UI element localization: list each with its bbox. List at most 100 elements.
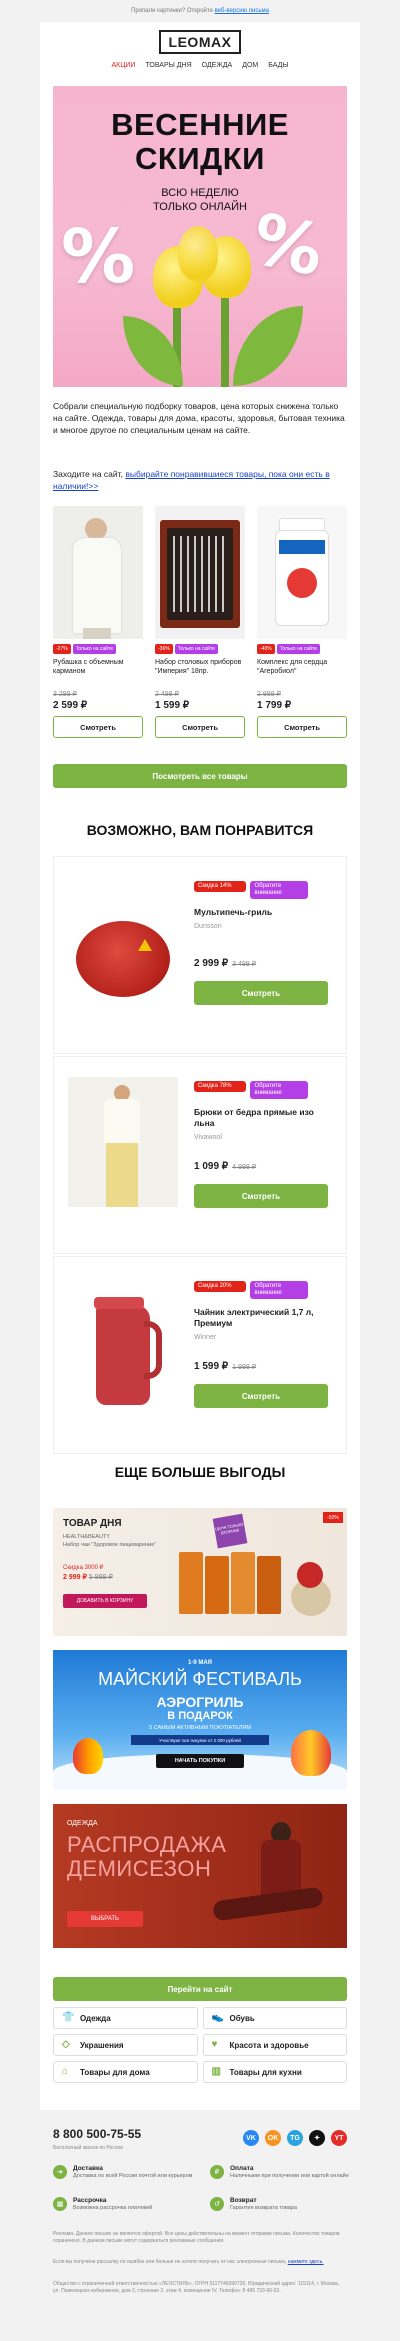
category-shoes[interactable]: 👟 Обувь xyxy=(202,2007,347,2029)
tulip-flower-icon xyxy=(178,226,218,281)
company-info: Общество с ограниченной ответственностью… xyxy=(53,2281,340,2294)
choose-button[interactable]: ВЫБРАТЬ xyxy=(67,1911,143,1927)
hero-banner[interactable]: ВЕСЕННИЕ СКИДКИ ВСЮ НЕДЕЛЮ ТОЛЬКО ОНЛАЙН… xyxy=(53,86,347,387)
info-desc: Гарантия возврата товара xyxy=(230,2205,297,2211)
product-tags: -27% Только на сайте xyxy=(53,644,143,654)
banner-subtitle: Набор чаи "Здоровое пищеварение" xyxy=(63,1542,157,1548)
info-title: Оплата xyxy=(230,2165,254,2172)
ring-icon: ◇ xyxy=(62,2039,70,2050)
unsubscribe-link[interactable]: нажмите здесь. xyxy=(288,2259,324,2265)
telegram-icon[interactable]: TG xyxy=(287,2130,303,2146)
category-jewelry[interactable]: ◇ Украшения xyxy=(53,2034,198,2056)
nav-item-clothes[interactable]: ОДЕЖДА xyxy=(202,62,233,82)
view-product-button[interactable]: Смотреть xyxy=(53,716,143,738)
banner-brand: HEALTH&BEAUTY xyxy=(63,1534,110,1540)
info-desc: Возможна рассрочка платежей xyxy=(73,2205,153,2211)
nav-item-supplements[interactable]: БАДЫ xyxy=(268,62,288,82)
product-brand: Vivawool xyxy=(194,1134,222,1141)
web-version-link[interactable]: веб-версию письма xyxy=(215,8,269,14)
go-to-site-button[interactable]: Перейти на сайт xyxy=(53,1977,347,2001)
product-old-price: 1 999 ₽ xyxy=(232,1364,257,1371)
category-label: Красота и здоровье xyxy=(229,2040,309,2050)
recommendations-title: ВОЗМОЖНО, ВАМ ПОНРАВИТСЯ xyxy=(86,822,314,838)
festival-gift-line1: АЭРОГРИЛЬ xyxy=(156,1694,244,1710)
product-image[interactable] xyxy=(257,506,347,639)
add-to-cart-button[interactable]: ДОБАВИТЬ В КОРЗИНУ xyxy=(63,1594,147,1608)
phone-number[interactable]: 8 800 500-75-55 xyxy=(53,2127,141,2141)
banner-discount-label: Скидка 3000 ₽ xyxy=(63,1565,104,1571)
house-icon: ⌂ xyxy=(62,2066,69,2077)
discount-badge: -27% xyxy=(53,644,71,654)
category-label: Одежда xyxy=(80,2013,111,2023)
product-name[interactable]: Комплекс для сердца "Агеробиол" xyxy=(257,658,347,686)
festival-date: 1-9 МАЯ xyxy=(188,1660,212,1666)
percent-sign-right-icon: % xyxy=(245,197,331,293)
product-image[interactable] xyxy=(68,1277,178,1427)
festival-gift-line3: 5 САМЫМ АКТИВНЫМ ПОКУПАТЕЛЯМ xyxy=(149,1725,251,1731)
view-product-button[interactable]: Смотреть xyxy=(194,1184,328,1208)
recommendation-card[interactable]: Скидка 78% Обратите внимание Брюки от бе… xyxy=(53,1056,347,1254)
leomax-logo[interactable]: LEOMAX xyxy=(158,30,242,54)
odnoklassniki-icon[interactable]: OK xyxy=(265,2130,281,2146)
category-beauty[interactable]: ♥ Красота и здоровье xyxy=(202,2034,347,2056)
price-row: 1 099 ₽4 999 ₽ xyxy=(194,1161,336,1172)
nav-item-home[interactable]: ДОМ xyxy=(242,62,258,82)
category-home[interactable]: ⌂ Товары для дома xyxy=(53,2061,198,2083)
product-price: 1 599 ₽ xyxy=(155,700,190,711)
festival-note: Участвуют все покупки от 2 000 рублей xyxy=(131,1735,269,1745)
product-name[interactable]: Мультипечь-гриль xyxy=(194,907,336,918)
info-title: Рассрочка xyxy=(73,2197,107,2204)
info-returns: ↺ Возврат Гарантия возврата товара xyxy=(210,2197,360,2212)
category-clothes[interactable]: 👕 Одежда xyxy=(53,2007,198,2029)
discount-tag: Скидка 78% xyxy=(194,1081,246,1092)
view-product-button[interactable]: Смотреть xyxy=(155,716,245,738)
nav-item-actions[interactable]: АКЦИИ xyxy=(111,62,135,82)
return-icon: ↺ xyxy=(210,2197,224,2211)
product-image[interactable] xyxy=(155,506,245,639)
vk-icon[interactable]: VK xyxy=(243,2130,259,2146)
demiseason-sale-banner[interactable]: ОДЕЖДА РАСПРОДАЖА ДЕМИСЕЗОН ВЫБРАТЬ xyxy=(53,1804,347,1948)
top-nav: АКЦИИ ТОВАРЫ ДНЯ ОДЕЖДА ДОМ БАДЫ xyxy=(40,62,360,82)
view-product-button[interactable]: Смотреть xyxy=(194,981,328,1005)
price-sticker: ЦЕНА ТОЛЬКО ВТОРНИК xyxy=(212,1513,248,1549)
nav-item-day-products[interactable]: ТОВАРЫ ДНЯ xyxy=(145,62,191,82)
truck-icon: ➜ xyxy=(53,2165,67,2179)
start-shopping-button[interactable]: НАЧАТЬ ПОКУПКИ xyxy=(156,1754,244,1768)
view-product-button[interactable]: Смотреть xyxy=(257,716,347,738)
product-card[interactable]: -40% Только на сайте Комплекс для сердца… xyxy=(257,506,347,738)
dzen-icon[interactable]: ✦ xyxy=(309,2130,325,2146)
attention-tag: Обратите внимание xyxy=(250,1081,309,1099)
info-title: Возврат xyxy=(230,2197,257,2204)
banner-price: 2 999 ₽ xyxy=(63,1574,87,1581)
product-image[interactable] xyxy=(68,1077,178,1207)
product-card[interactable]: -36% Только на сайте Набор столовых приб… xyxy=(155,506,245,738)
product-name[interactable]: Чайник электрический 1,7 л, Премиум xyxy=(194,1307,336,1329)
product-card[interactable]: -27% Только на сайте Рубашка с объемным … xyxy=(53,506,143,738)
may-festival-banner[interactable]: 1-9 МАЯ МАЙСКИЙ ФЕСТИВАЛЬ АЭРОГРИЛЬ В ПО… xyxy=(53,1650,347,1790)
hero-title-line2: СКИДКИ xyxy=(135,141,265,176)
ruble-icon: ₽ xyxy=(210,2165,224,2179)
info-installments: ▦ Рассрочка Возможна рассрочка платежей xyxy=(53,2197,203,2212)
product-old-price: 4 999 ₽ xyxy=(232,1164,257,1171)
online-only-badge: Только на сайте xyxy=(174,644,218,654)
recommendation-card[interactable]: Скидка 14% Обратите внимание Мультипечь-… xyxy=(53,856,347,1054)
view-product-button[interactable]: Смотреть xyxy=(194,1384,328,1408)
category-kitchen[interactable]: ▥ Товары для кухни xyxy=(202,2061,347,2083)
calendar-icon: ▦ xyxy=(53,2197,67,2211)
price-row: 1 599 ₽1 999 ₽ xyxy=(194,1361,336,1372)
product-of-day-banner[interactable]: ТОВАР ДНЯ HEALTH&BEAUTY Набор чаи "Здоро… xyxy=(53,1508,347,1636)
youtube-icon[interactable]: YT xyxy=(331,2130,347,2146)
info-desc: Наличными при получении или картой онлай… xyxy=(230,2173,349,2179)
shirt-icon: 👕 xyxy=(62,2012,75,2023)
product-name[interactable]: Рубашка с объемным карманом xyxy=(53,658,143,686)
product-image[interactable] xyxy=(53,506,143,639)
more-benefits-title: ЕЩЕ БОЛЬШЕ ВЫГОДЫ xyxy=(114,1464,286,1480)
product-price: 2 599 ₽ xyxy=(53,700,88,711)
view-all-products-button[interactable]: Посмотреть все товары xyxy=(53,764,347,788)
product-image[interactable] xyxy=(68,881,178,1031)
heart-icon: ♥ xyxy=(211,2039,218,2050)
product-name[interactable]: Брюки от бедра прямые изо льна xyxy=(194,1107,336,1129)
info-delivery: ➜ Доставка Доставка по всей России почтой… xyxy=(53,2165,203,2180)
product-name[interactable]: Набор столовых приборов "Империя" 18пр. xyxy=(155,658,245,686)
recommendation-card[interactable]: Скидка 20% Обратите внимание Чайник элек… xyxy=(53,1256,347,1454)
